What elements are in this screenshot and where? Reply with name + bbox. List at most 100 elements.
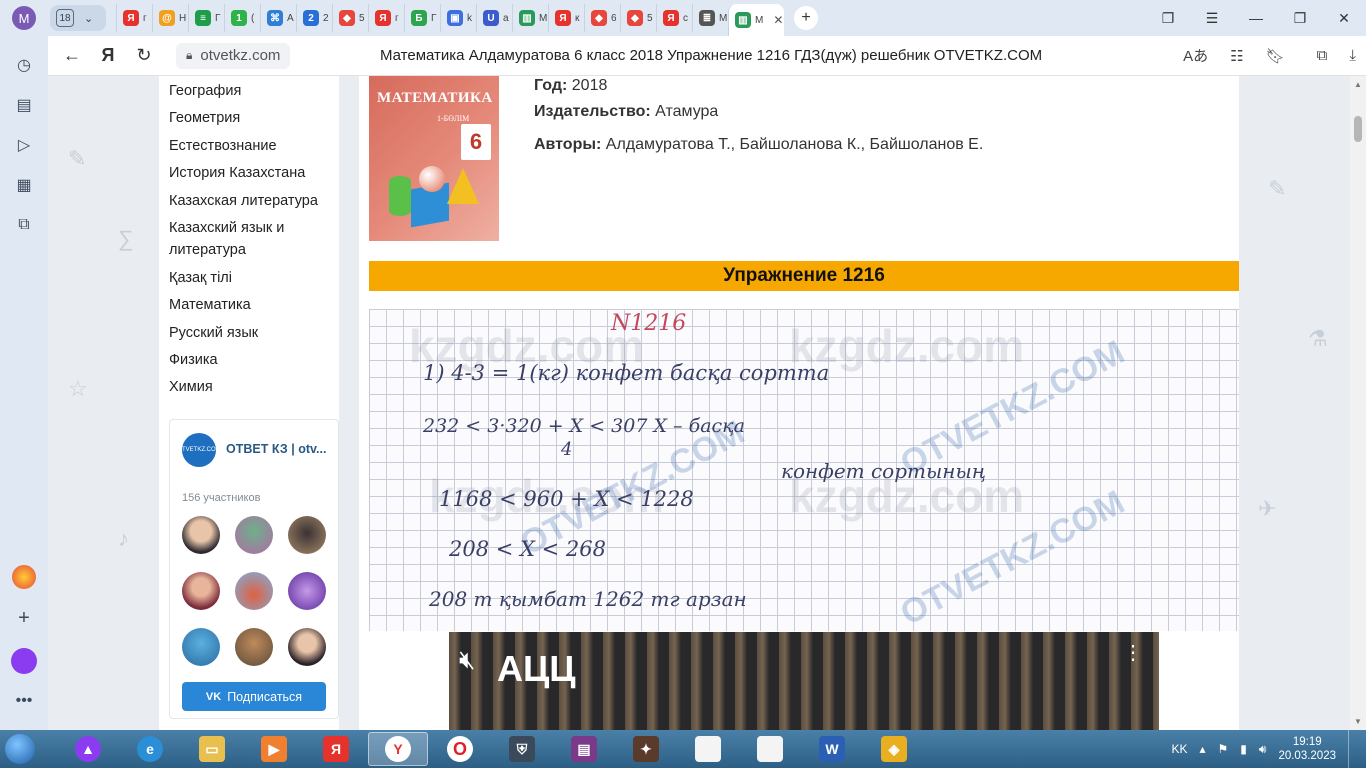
browser-tab[interactable]: ≣ М	[692, 4, 728, 32]
browser-tab[interactable]: ▥ М	[512, 4, 548, 32]
browser-tab[interactable]: ⌘ А	[260, 4, 296, 32]
subject-link[interactable]: Математика	[169, 294, 251, 316]
taskbar-word[interactable]: W	[802, 732, 862, 766]
taskbar-explorer[interactable]: ▭	[182, 732, 242, 766]
profile-avatar[interactable]: M	[12, 6, 36, 30]
browser-tab[interactable]: ▣ k	[440, 4, 476, 32]
scroll-down-icon[interactable]: ▼	[1354, 717, 1362, 726]
scroll-up-icon[interactable]: ▲	[1354, 80, 1362, 89]
solution-image: kzgdz.com kzgdz.com kzgdz.com kzgdz.com …	[369, 309, 1239, 631]
subject-link[interactable]: Казахский язык и	[169, 217, 284, 239]
taskbar-media[interactable]: ▶	[244, 732, 304, 766]
member-avatar[interactable]	[235, 516, 273, 554]
member-avatar[interactable]	[235, 628, 273, 666]
browser-tab[interactable]: ◆ 5	[620, 4, 656, 32]
scroll-thumb[interactable]	[1354, 116, 1362, 142]
taskbar-ie[interactable]: e	[120, 732, 180, 766]
video-ad[interactable]: 🔇︎ АЦЦ ⋮	[449, 632, 1159, 730]
start-button[interactable]	[0, 730, 40, 768]
browser-tab[interactable]: Яс	[656, 4, 692, 32]
close-tab-icon[interactable]: ✕	[773, 13, 783, 27]
flag-icon[interactable]: ⚑	[1218, 742, 1229, 756]
browser-tab[interactable]: Яг	[368, 4, 404, 32]
restore-button[interactable]: ❐	[1278, 10, 1322, 27]
subject-link[interactable]: Естествознание	[169, 135, 277, 157]
more-icon[interactable]: •••	[16, 692, 33, 710]
subject-link[interactable]: Қазақ тілі	[169, 267, 232, 289]
alice-icon[interactable]	[11, 648, 37, 674]
taskbar-document[interactable]	[678, 732, 738, 766]
collections-icon[interactable]: ▤	[13, 94, 35, 116]
menu-icon[interactable]: ☰	[1190, 10, 1234, 27]
member-avatar[interactable]	[182, 516, 220, 554]
alice-colorful-icon[interactable]	[12, 565, 36, 589]
taskbar-wot[interactable]: ⛨	[492, 732, 552, 766]
member-avatar[interactable]	[288, 628, 326, 666]
taskbar-app-2[interactable]: ◈	[864, 732, 924, 766]
page-scrollbar[interactable]: ▲ ▼	[1350, 76, 1366, 730]
community-name[interactable]: ОТВЕТ КЗ | otv...	[226, 442, 326, 456]
show-desktop-button[interactable]	[1348, 730, 1358, 768]
calendar-icon[interactable]: ▦	[13, 174, 35, 196]
tab-count-button[interactable]: 18 ⌄	[50, 5, 106, 31]
bookmark-icon[interactable]: 🔖︎	[1266, 47, 1285, 65]
subject-link[interactable]: Химия	[169, 376, 213, 398]
browser-tab[interactable]: ◆ 5	[332, 4, 368, 32]
browser-tab[interactable]: 1(	[224, 4, 260, 32]
taskbar-alice[interactable]: ▲	[58, 732, 118, 766]
book-cover[interactable]: МАТЕМАТИКА 1-БӨЛІМ 6	[369, 76, 499, 241]
taskbar-document-2[interactable]	[740, 732, 800, 766]
subscribe-button[interactable]: VK Подписаться	[182, 682, 326, 711]
browser-tab[interactable]: БГ	[404, 4, 440, 32]
mute-icon[interactable]: 🔇︎	[459, 644, 475, 676]
browser-tab[interactable]: ≡ Г	[188, 4, 224, 32]
subject-link[interactable]: Казахская литература	[169, 190, 318, 212]
subject-link[interactable]: Физика	[169, 349, 218, 371]
tab-active[interactable]: ▥ М ✕	[728, 4, 784, 36]
subject-link[interactable]: Русский язык	[169, 322, 258, 344]
reload-icon[interactable]: ↻	[126, 45, 162, 66]
play-icon[interactable]: ▷	[13, 134, 35, 156]
browser-tab[interactable]: Uа	[476, 4, 512, 32]
member-avatar[interactable]	[235, 572, 273, 610]
history-icon[interactable]: ◷	[13, 54, 35, 76]
member-avatar[interactable]	[182, 572, 220, 610]
member-avatar[interactable]	[288, 572, 326, 610]
network-icon[interactable]: ▮	[1240, 742, 1247, 756]
screenshot-icon[interactable]: ⧉	[13, 214, 35, 236]
browser-tab[interactable]: ◆ 6	[584, 4, 620, 32]
back-arrow-icon[interactable]: ←	[54, 45, 90, 66]
taskbar-app[interactable]: ✦	[616, 732, 676, 766]
browser-tab[interactable]: 22	[296, 4, 332, 32]
taskbar-opera[interactable]: O	[430, 732, 490, 766]
extensions-icon[interactable]: ⧉	[1317, 47, 1328, 64]
member-avatar[interactable]	[288, 516, 326, 554]
yandex-icon[interactable]: Я	[90, 45, 126, 66]
taskbar-winrar[interactable]: ▤	[554, 732, 614, 766]
subject-link[interactable]: История Казахстана	[169, 162, 305, 184]
translate-icon[interactable]: Aあ	[1183, 45, 1208, 66]
subject-link[interactable]: География	[169, 80, 241, 102]
download-icon[interactable]: ⤓	[1349, 47, 1356, 64]
browser-tab[interactable]: @ Н	[152, 4, 188, 32]
tabs-icon[interactable]: ❐	[1146, 10, 1190, 27]
subject-link-cont[interactable]: литература	[169, 239, 246, 261]
volume-icon[interactable]: 🔊︎	[1259, 742, 1267, 757]
minimize-button[interactable]: —	[1234, 10, 1278, 26]
close-window-button[interactable]: ✕	[1322, 10, 1366, 27]
community-logo[interactable]: OTVETKZ.COM	[177, 433, 221, 467]
tray-expand-icon[interactable]: ▴	[1199, 742, 1205, 756]
language-indicator[interactable]: KK	[1171, 742, 1187, 756]
add-icon[interactable]: +	[18, 607, 30, 630]
member-avatar[interactable]	[182, 628, 220, 666]
taskbar-yandex-browser[interactable]: Y	[368, 732, 428, 766]
new-tab-button[interactable]: +	[794, 6, 818, 30]
url-field[interactable]: 🔒︎ otvetkz.com	[176, 42, 291, 69]
reader-icon[interactable]: ☷	[1230, 47, 1243, 65]
clock[interactable]: 19:19 20.03.2023	[1278, 735, 1336, 763]
subject-link[interactable]: Геометрия	[169, 107, 240, 129]
browser-tab[interactable]: Яг	[116, 4, 152, 32]
taskbar-yandex[interactable]: Я	[306, 732, 366, 766]
browser-tab[interactable]: Як	[548, 4, 584, 32]
more-options-icon[interactable]: ⋮	[1123, 640, 1143, 665]
